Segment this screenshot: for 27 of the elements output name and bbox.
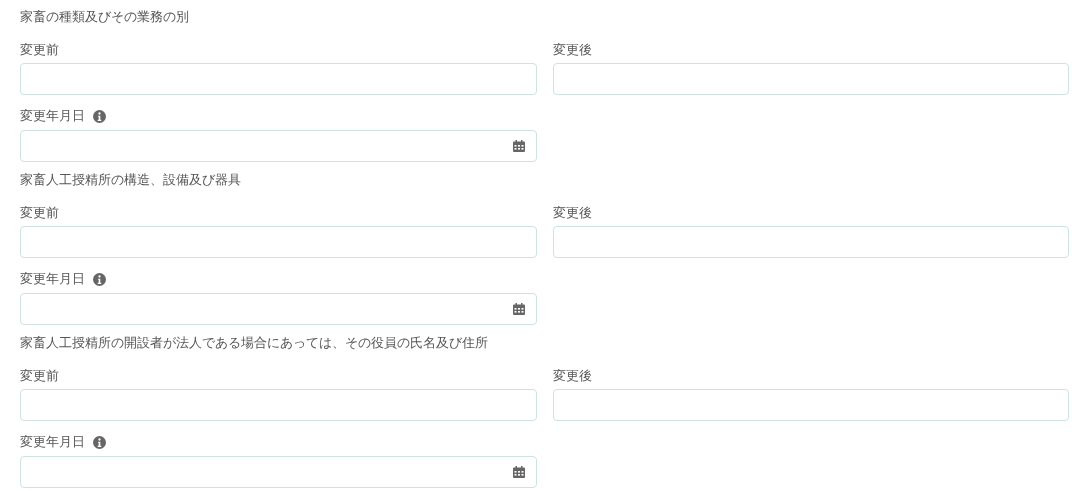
field-label: 変更前 [20,367,59,385]
section-title: 家畜の種類及びその業務の別 [20,8,190,26]
input-field[interactable] [552,389,1069,421]
field-label: 変更後 [552,204,592,222]
input-field[interactable] [20,63,537,95]
calendar-icon[interactable] [512,303,525,315]
field-label: 変更後 [552,41,592,59]
date-field[interactable] [20,130,537,162]
field-label: 変更後 [552,367,592,385]
field-label: 変更前 [20,41,59,59]
section-title: 家畜人工授精所の開設者が法人である場合にあっては、その役員の氏名及び住所 [20,334,489,352]
field-label: 変更年月日 [20,270,85,288]
info-icon[interactable] [93,272,106,286]
info-icon[interactable] [93,435,106,449]
input-field[interactable] [20,226,537,258]
input-field[interactable] [552,63,1069,95]
field-label: 変更前 [20,204,59,222]
date-field[interactable] [20,293,537,325]
section-title: 家畜人工授精所の構造、設備及び器具 [20,171,242,189]
calendar-icon[interactable] [512,466,525,478]
input-field[interactable] [552,226,1069,258]
input-field[interactable] [20,389,537,421]
field-label: 変更年月日 [20,433,85,451]
info-icon[interactable] [93,109,106,123]
calendar-icon[interactable] [512,140,525,152]
field-label: 変更年月日 [20,107,85,125]
date-field[interactable] [20,456,537,488]
